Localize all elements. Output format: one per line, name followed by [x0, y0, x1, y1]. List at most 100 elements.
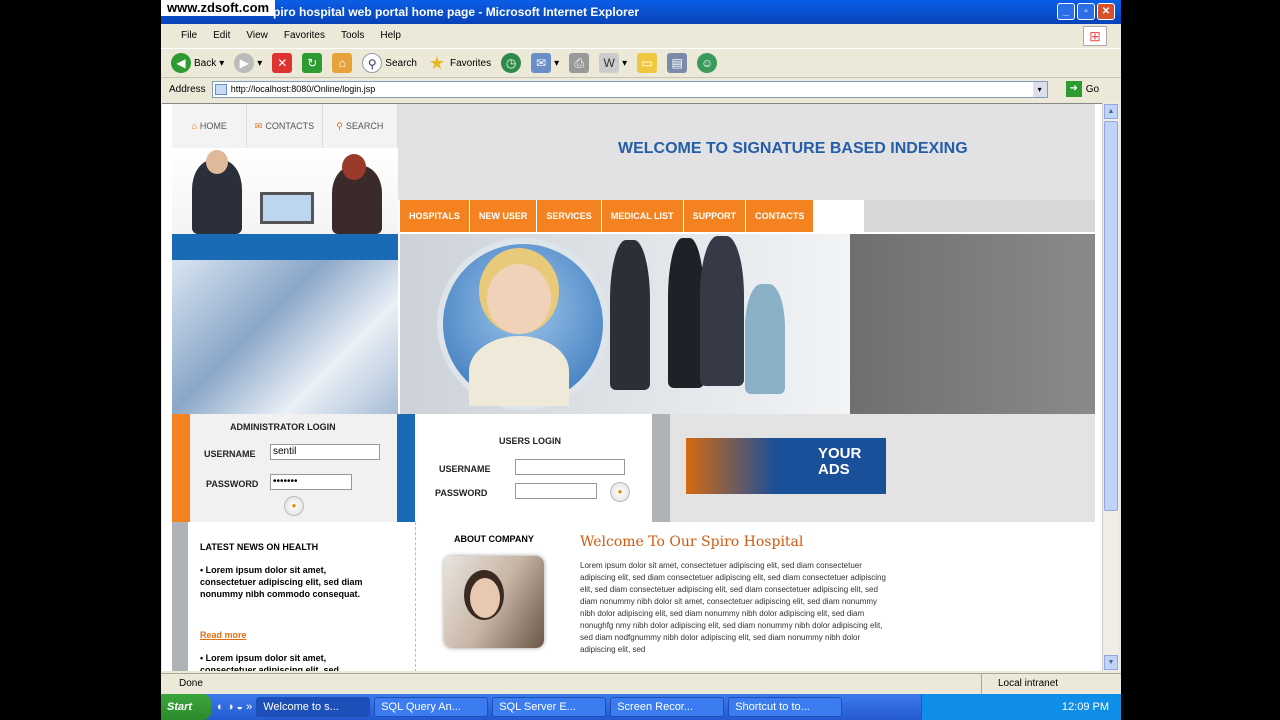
- close-button[interactable]: ✕: [1097, 3, 1115, 20]
- blue-accent: [397, 414, 415, 522]
- favorites-button[interactable]: ★ Favorites: [427, 53, 491, 73]
- maximize-button[interactable]: ▫: [1077, 3, 1095, 20]
- messenger-button[interactable]: ☺: [697, 53, 718, 73]
- nav-contacts-main[interactable]: CONTACTS: [746, 200, 815, 232]
- print-button[interactable]: ⎙: [569, 53, 590, 73]
- taskbar-item-screen-recorder[interactable]: Screen Recor...: [610, 697, 725, 717]
- zone-indicator: Local intranet: [981, 674, 1058, 694]
- go-button[interactable]: ➜ Go: [1065, 81, 1100, 97]
- users-login-title: USERS LOGIN: [499, 436, 562, 446]
- about-body: Lorem ipsum dolor sit amet, consectetuer…: [580, 561, 886, 654]
- refresh-button[interactable]: ↻: [302, 53, 323, 73]
- nav-support[interactable]: SUPPORT: [683, 200, 747, 232]
- stop-button[interactable]: ✕: [272, 53, 293, 73]
- menu-file[interactable]: File: [173, 26, 205, 46]
- research-icon: ▤: [667, 53, 688, 73]
- page-viewport: ⌂ HOME ✉ CONTACTS ⚲ SEARCH WELCOME TO SIGNA…: [162, 103, 1102, 671]
- edit-button[interactable]: W ▾: [599, 53, 627, 73]
- search-button[interactable]: ⚲ Search: [362, 53, 417, 73]
- windows-logo-icon: ⊞: [1083, 26, 1107, 46]
- admin-username-label: USERNAME: [204, 449, 256, 459]
- address-dropdown-icon[interactable]: ▾: [1032, 81, 1047, 97]
- home-icon: ⌂: [191, 121, 197, 131]
- nav-contacts[interactable]: ✉ CONTACTS: [247, 104, 323, 148]
- about-title: ABOUT COMPANY: [454, 534, 534, 544]
- system-tray: 12:09 PM: [921, 694, 1121, 720]
- history-icon: ◷: [501, 53, 522, 73]
- your-ads-banner[interactable]: YOUR ADS: [686, 438, 886, 494]
- home-button[interactable]: ⌂: [332, 53, 353, 73]
- about-column: ABOUT COMPANY Welcome To Our Spiro Hospi…: [416, 522, 1095, 671]
- office-photo: [172, 260, 398, 414]
- nav-medical-list[interactable]: MEDICAL LIST: [601, 200, 684, 232]
- news-item: • Lorem ipsum dolor sit amet, consectetu…: [200, 565, 363, 599]
- taskbar-item-ie[interactable]: Welcome to s...: [256, 697, 371, 717]
- admin-password-input[interactable]: •••••••: [270, 474, 352, 490]
- forward-button[interactable]: ▶ ▾: [234, 53, 262, 73]
- back-button[interactable]: ◀ Back ▾: [171, 53, 224, 73]
- scroll-thumb[interactable]: [1104, 121, 1118, 511]
- minimize-button[interactable]: _: [1057, 3, 1075, 20]
- folder-button[interactable]: ▭: [637, 53, 658, 73]
- refresh-icon: ↻: [302, 53, 323, 73]
- scroll-up-icon[interactable]: ▲: [1104, 104, 1118, 119]
- window-title: Spiro hospital web portal home page - Mi…: [265, 5, 640, 19]
- ads-panel: YOUR ADS: [670, 414, 1095, 522]
- nav-contacts-label: CONTACTS: [265, 121, 315, 131]
- mail-button[interactable]: ✉ ▾: [531, 53, 559, 73]
- gray-accent: [652, 414, 670, 522]
- status-bar: Done Local intranet: [161, 673, 1121, 694]
- admin-username-input[interactable]: sentil: [270, 444, 380, 460]
- menu-help[interactable]: Help: [372, 26, 409, 46]
- taskbar-item-sql-query[interactable]: SQL Query An...: [374, 697, 489, 717]
- status-text: Done: [179, 678, 203, 689]
- gray-panel: [850, 234, 1095, 414]
- quicklaunch-icon[interactable]: ◐ ◑ ◒ »: [217, 701, 252, 713]
- nav-home[interactable]: ⌂ HOME: [172, 104, 248, 148]
- menu-view[interactable]: View: [238, 26, 276, 46]
- scroll-down-icon[interactable]: ▼: [1104, 655, 1118, 670]
- orange-accent: [172, 414, 190, 522]
- taskbar-item-shortcut[interactable]: Shortcut to to...: [728, 697, 843, 717]
- admin-login-button[interactable]: ●: [284, 496, 304, 516]
- admin-login-title: ADMINISTRATOR LOGIN: [230, 422, 336, 432]
- users-login-panel: USERS LOGIN USERNAME PASSWORD ●: [415, 414, 652, 522]
- read-more-link[interactable]: Read more: [200, 630, 247, 640]
- taskbar: Start ◐ ◑ ◒ » Welcome to s... SQL Query …: [161, 694, 1121, 720]
- website: ⌂ HOME ✉ CONTACTS ⚲ SEARCH WELCOME TO SIGNA…: [172, 104, 1095, 671]
- ie-window: Spiro hospital web portal home page - Mi…: [161, 0, 1121, 720]
- admin-login-panel: ADMINISTRATOR LOGIN USERNAME sentil PASS…: [190, 414, 397, 522]
- clock[interactable]: 12:09 PM: [1062, 701, 1109, 713]
- start-button[interactable]: Start: [161, 694, 211, 720]
- nav-new-user[interactable]: NEW USER: [469, 200, 538, 232]
- user-password-input[interactable]: [515, 483, 597, 499]
- menu-edit[interactable]: Edit: [205, 26, 238, 46]
- nav-hospitals[interactable]: HOSPITALS: [400, 200, 470, 232]
- toolbar: ◀ Back ▾ ▶ ▾ ✕ ↻ ⌂ ⚲ Search ★ Favorites …: [161, 48, 1121, 78]
- top-nav: ⌂ HOME ✉ CONTACTS ⚲ SEARCH: [172, 104, 398, 148]
- news-accent: [172, 522, 188, 671]
- menu-favorites[interactable]: Favorites: [276, 26, 333, 46]
- user-username-input[interactable]: [515, 459, 625, 475]
- stop-icon: ✕: [272, 53, 293, 73]
- address-input[interactable]: http://localhost:8080/Online/login.jsp ▾: [211, 80, 1048, 98]
- back-arrow-icon: ◀: [171, 53, 191, 73]
- news-title: LATEST NEWS ON HEALTH: [200, 542, 319, 552]
- forward-arrow-icon: ▶: [234, 53, 255, 73]
- nav-services[interactable]: SERVICES: [537, 200, 602, 232]
- address-label: Address: [169, 83, 206, 95]
- menu-bar: File Edit View Favorites Tools Help: [161, 26, 1121, 46]
- menu-tools[interactable]: Tools: [333, 26, 372, 46]
- nav-search[interactable]: ⚲ SEARCH: [323, 104, 398, 148]
- go-label: Go: [1085, 83, 1100, 95]
- history-button[interactable]: ◷: [501, 53, 522, 73]
- title-bar: Spiro hospital web portal home page - Mi…: [161, 0, 1121, 24]
- user-login-button[interactable]: ●: [610, 482, 630, 502]
- edit-icon: W: [599, 53, 620, 73]
- admin-password-label: PASSWORD: [206, 479, 259, 489]
- taskbar-item-sql-server[interactable]: SQL Server E...: [492, 697, 607, 717]
- vertical-scrollbar[interactable]: ▲ ▼: [1102, 103, 1119, 671]
- home-icon: ⌂: [332, 53, 353, 73]
- research-button[interactable]: ▤: [667, 53, 688, 73]
- messenger-icon: ☺: [697, 53, 718, 73]
